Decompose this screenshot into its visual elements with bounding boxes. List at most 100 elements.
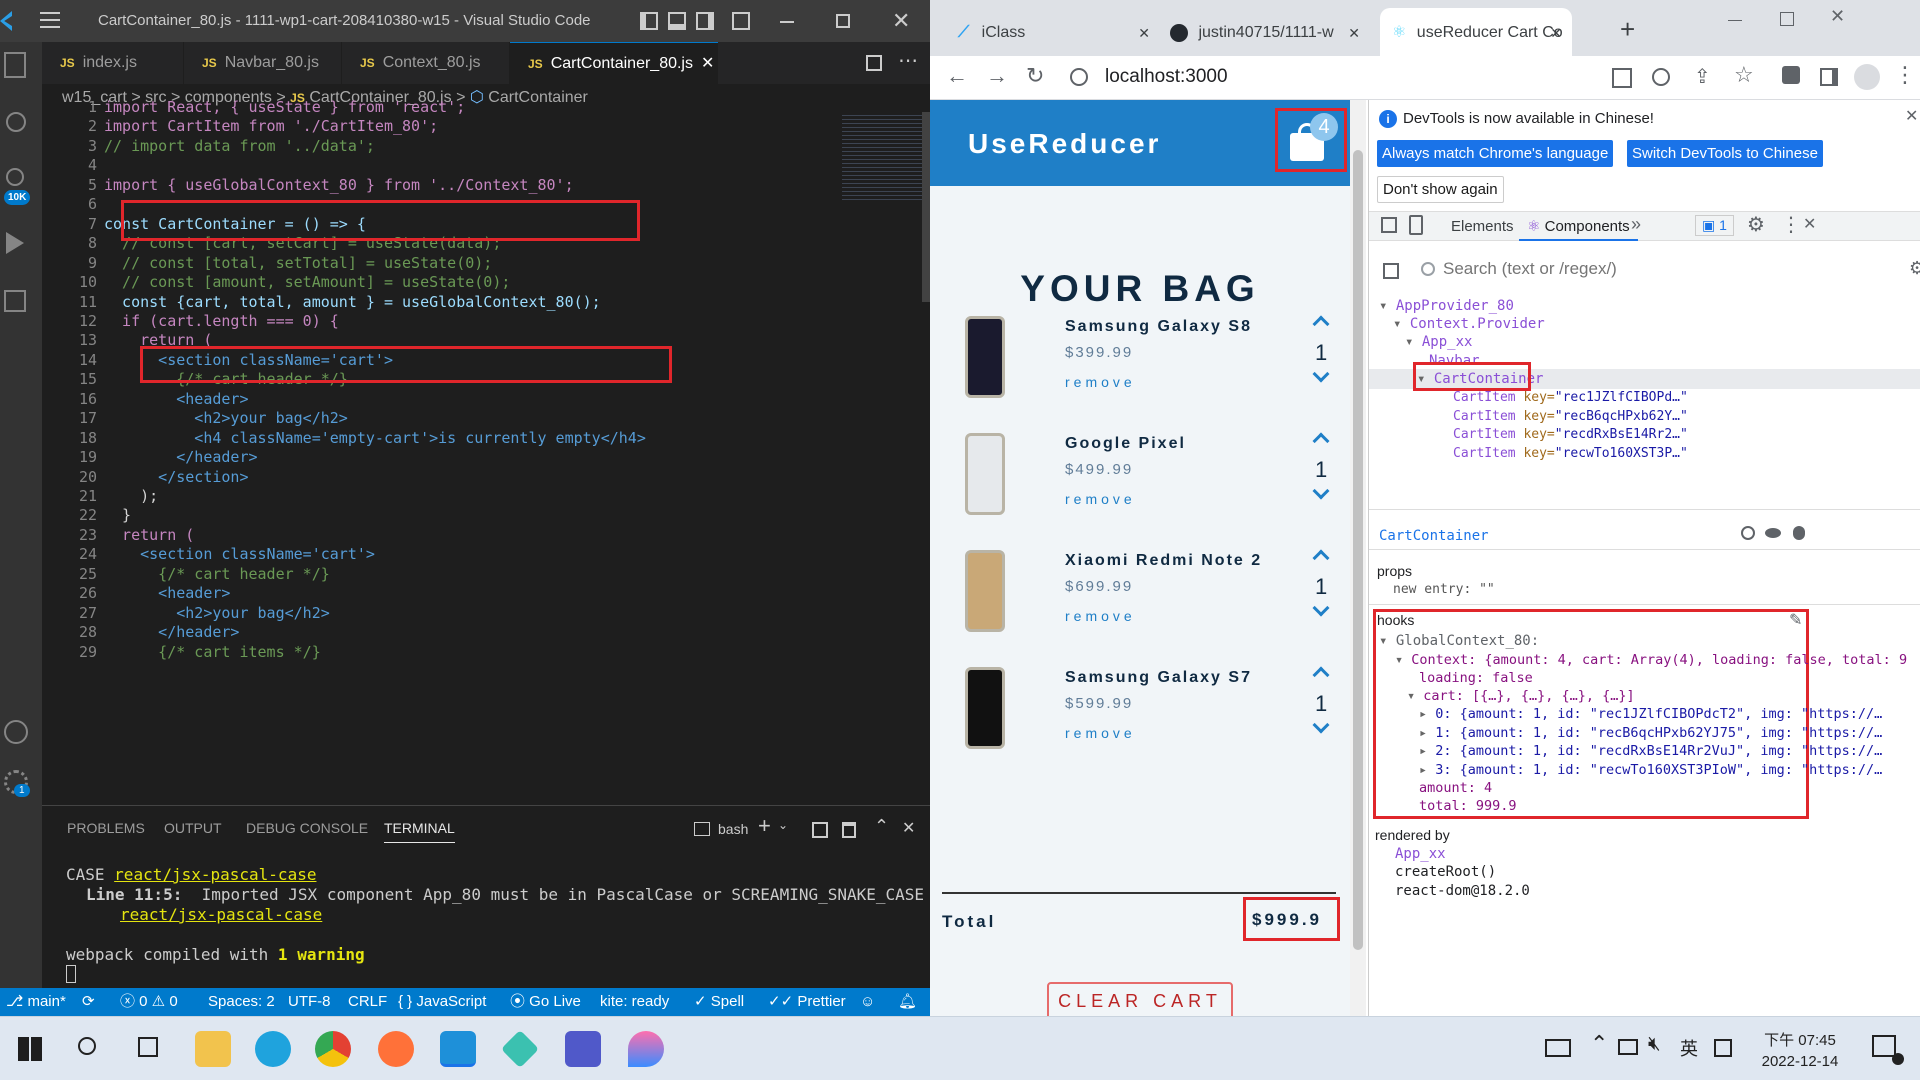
- notification-center-icon[interactable]: [1872, 1035, 1896, 1057]
- reload-icon[interactable]: ↻: [1026, 63, 1044, 89]
- code-line[interactable]: // const [total, setTotal] = useState(0)…: [104, 254, 492, 273]
- tab-github[interactable]: justin40715/1111-w ✕: [1170, 12, 1370, 54]
- suspend-icon[interactable]: [1741, 526, 1755, 540]
- ime-indicator[interactable]: 英: [1680, 1035, 1698, 1061]
- firefox-icon[interactable]: [378, 1031, 414, 1067]
- share-icon[interactable]: ⇪: [1694, 64, 1711, 89]
- minimize-icon[interactable]: [780, 21, 794, 23]
- code-line[interactable]: <h4 className='empty-cart'>is currently …: [104, 429, 646, 448]
- kite-status[interactable]: kite: ready: [600, 988, 669, 1016]
- increase-chevron-up-icon[interactable]: [1312, 432, 1330, 450]
- tree-cartitem[interactable]: CartItem key="recdRxBsE14Rr2…": [1453, 427, 1688, 442]
- prettier-status[interactable]: ✓✓ Prettier: [768, 988, 846, 1016]
- props-new-entry[interactable]: new entry: "": [1393, 582, 1495, 597]
- tab-iclass[interactable]: ⟋ iClass ✕: [958, 12, 1160, 54]
- tab-context[interactable]: JS Context_80.js: [342, 42, 510, 84]
- teams-icon[interactable]: [565, 1031, 601, 1067]
- task-view-icon[interactable]: [138, 1037, 158, 1057]
- edge-icon[interactable]: [255, 1031, 291, 1067]
- tree-cartitem[interactable]: CartItem key="rec1JZlfCIBOPd…": [1453, 390, 1688, 405]
- devtools-settings-icon[interactable]: ⚙: [1747, 212, 1765, 237]
- maximize-icon[interactable]: [1780, 12, 1794, 26]
- language-status[interactable]: { } JavaScript: [398, 988, 486, 1016]
- indent-status[interactable]: Spaces: 2: [208, 988, 275, 1016]
- code-line[interactable]: // import data from '../data';: [104, 137, 375, 156]
- file-explorer-icon[interactable]: [195, 1031, 231, 1067]
- volume-icon[interactable]: 🔇︎: [1648, 1033, 1661, 1056]
- code-line[interactable]: {/* cart items */}: [104, 643, 321, 662]
- code-line[interactable]: <header>: [104, 584, 230, 603]
- hook-context[interactable]: ▾ Context: {amount: 4, cart: Array(4), l…: [1395, 652, 1907, 668]
- scrollbar[interactable]: [922, 112, 930, 302]
- terminal-output[interactable]: CASE react/jsx-pascal-case Line 11:5: Im…: [66, 865, 924, 983]
- close-panel-icon[interactable]: ✕: [902, 818, 915, 838]
- account-icon[interactable]: [4, 720, 28, 744]
- remove-button[interactable]: remove: [1065, 725, 1136, 741]
- code-line[interactable]: // const [amount, setAmount] = useState(…: [104, 273, 510, 292]
- toggle-panel-icon[interactable]: [668, 12, 686, 30]
- tab-cartcontainer[interactable]: JS CartContainer_80.js ✕: [510, 42, 718, 84]
- component-search-input[interactable]: [1443, 254, 1823, 284]
- minimap[interactable]: [842, 112, 924, 202]
- toggle-sidebar-icon[interactable]: [640, 12, 658, 30]
- side-panel-icon[interactable]: [1820, 68, 1838, 86]
- close-icon[interactable]: ✕: [1830, 6, 1845, 27]
- maximize-icon[interactable]: [836, 14, 850, 28]
- close-icon[interactable]: ✕: [892, 8, 910, 34]
- code-line[interactable]: }: [104, 506, 131, 525]
- tray-chevron-icon[interactable]: ⌃: [1590, 1031, 1608, 1057]
- code-line[interactable]: const {cart, total, amount } = useGlobal…: [104, 293, 601, 312]
- run-debug-icon[interactable]: [6, 232, 24, 254]
- code-line[interactable]: </header>: [104, 623, 239, 642]
- decrease-chevron-down-icon[interactable]: [1312, 599, 1330, 617]
- encoding-status[interactable]: UTF-8: [288, 988, 331, 1016]
- extensions-icon[interactable]: [4, 290, 26, 312]
- more-actions-icon[interactable]: ⋯: [898, 48, 918, 73]
- close-devtools-icon[interactable]: ✕: [1803, 214, 1816, 234]
- issues-badge[interactable]: ▣ 1: [1695, 215, 1734, 236]
- tab-close-icon[interactable]: ✕: [701, 55, 714, 72]
- tab-output[interactable]: OUTPUT: [164, 820, 222, 836]
- toggle-secondary-sidebar-icon[interactable]: [696, 12, 714, 30]
- split-terminal-icon[interactable]: [812, 822, 828, 838]
- cart-button[interactable]: 4: [1275, 108, 1347, 172]
- minimize-icon[interactable]: [1728, 20, 1742, 21]
- tree-cartitem[interactable]: CartItem key="recwTo160XST3P…": [1453, 446, 1688, 461]
- extensions-icon[interactable]: [1782, 66, 1800, 84]
- hook-total[interactable]: total: 999.9: [1419, 798, 1517, 814]
- translate-icon[interactable]: [1612, 68, 1632, 88]
- code-line[interactable]: {/* cart header */}: [104, 565, 330, 584]
- remove-button[interactable]: remove: [1065, 491, 1136, 507]
- more-tabs-icon[interactable]: »: [1631, 214, 1641, 235]
- increase-chevron-up-icon[interactable]: [1312, 666, 1330, 684]
- hook-globalcontext[interactable]: ▾ GlobalContext_80:: [1379, 633, 1539, 649]
- new-terminal-icon[interactable]: +: [758, 813, 771, 839]
- branch-status[interactable]: ⎇ main*: [6, 988, 66, 1016]
- tab-close-icon[interactable]: ✕: [1138, 12, 1150, 54]
- gitkraken-icon[interactable]: [500, 1029, 540, 1069]
- increase-chevron-up-icon[interactable]: [1312, 549, 1330, 567]
- tree-app[interactable]: ▾ App_xx: [1405, 334, 1472, 350]
- start-windows-icon[interactable]: [18, 1037, 42, 1061]
- terminal-shell-label[interactable]: bash: [718, 821, 748, 837]
- network-icon[interactable]: [1618, 1039, 1638, 1055]
- code-line[interactable]: <section className='cart'>: [104, 545, 375, 564]
- tab-close-icon[interactable]: ✕: [1550, 8, 1562, 58]
- code-line[interactable]: );: [104, 487, 158, 506]
- problems-status[interactable]: ⓧ 0 ⚠ 0: [120, 988, 178, 1016]
- code-line[interactable]: return (: [104, 526, 194, 545]
- chrome-menu-icon[interactable]: ⋮: [1894, 62, 1916, 88]
- parse-hooks-icon[interactable]: ✎: [1789, 610, 1802, 630]
- code-line[interactable]: <h2>your bag</h2>: [104, 604, 330, 623]
- tab-navbar[interactable]: JS Navbar_80.js: [184, 42, 342, 84]
- feedback-icon[interactable]: ☺: [860, 988, 875, 1016]
- tab-problems[interactable]: PROBLEMS: [67, 820, 145, 836]
- decrease-chevron-down-icon[interactable]: [1312, 365, 1330, 383]
- paint-icon[interactable]: [628, 1031, 664, 1067]
- search-settings-icon[interactable]: ⚙: [1909, 258, 1920, 279]
- inspect-eye-icon[interactable]: [1765, 528, 1781, 538]
- code-line[interactable]: import React, { useState } from 'react';: [104, 98, 465, 117]
- decrease-chevron-down-icon[interactable]: [1312, 716, 1330, 734]
- maximize-panel-icon[interactable]: ⌃: [874, 816, 889, 837]
- code-line[interactable]: </header>: [104, 448, 257, 467]
